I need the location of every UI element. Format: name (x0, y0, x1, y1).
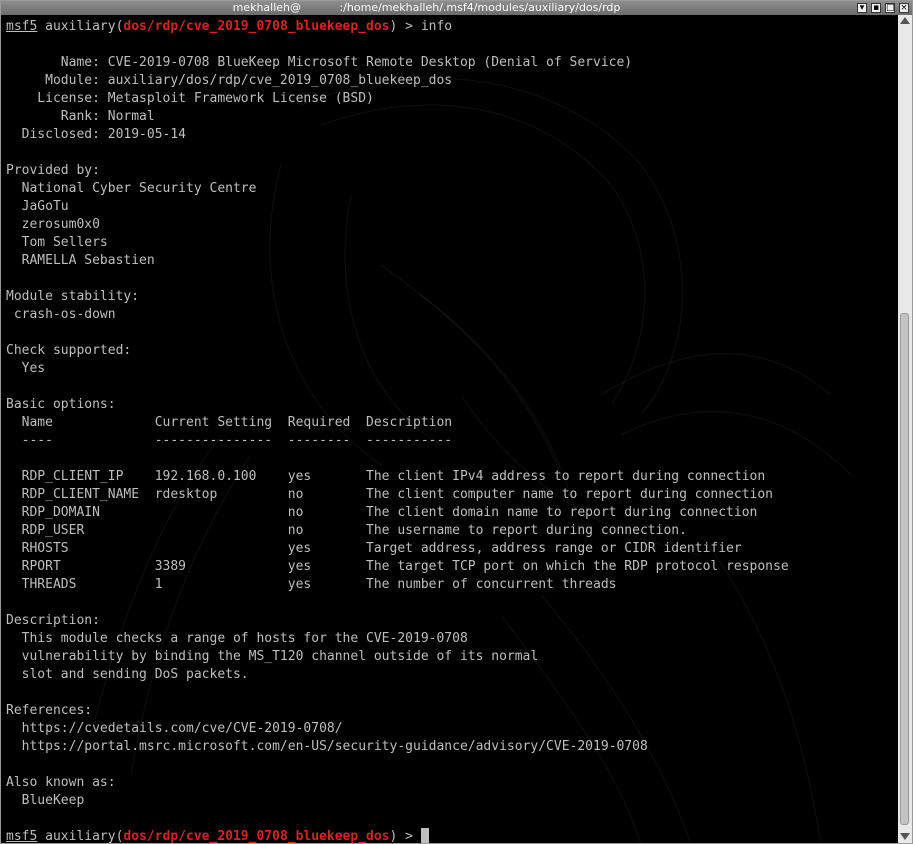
prompt-msf: msf5 (6, 829, 38, 844)
terminal-window: mekhalleh@ :/home/mekhalleh/.msf4/module… (0, 0, 913, 844)
prompt-line[interactable]: msf5 auxiliary(dos/rdp/cve_2019_0708_blu… (6, 828, 789, 844)
options-row: RDP_USER no The username to report durin… (6, 523, 687, 538)
minimize-button[interactable]: ▾ (857, 3, 867, 13)
reference-link: https://portal.msrc.microsoft.com/en-US/… (6, 739, 648, 754)
options-row: RPORT 3389 yes The target TCP port on wh… (6, 559, 789, 574)
terminal-output: msf5 auxiliary(dos/rdp/cve_2019_0708_blu… (6, 18, 789, 844)
prompt-prefix: auxiliary( (37, 19, 124, 34)
reference-link: https://cvedetails.com/cve/CVE-2019-0708… (6, 721, 343, 736)
window-title: mekhalleh@ :/home/mekhalleh/.msf4/module… (232, 1, 621, 14)
provided-by-item: Tom Sellers (6, 235, 108, 250)
prompt-suffix: ) > (389, 19, 421, 34)
options-row: RHOSTS yes Target address, address range… (6, 541, 742, 556)
text-cursor[interactable] (420, 828, 429, 843)
provided-by-item: RAMELLA Sebastien (6, 253, 155, 268)
scroll-thumb[interactable] (900, 313, 909, 825)
provided-by-item: JaGoTu (6, 199, 69, 214)
prompt-msf: msf5 (6, 19, 38, 34)
maximize-button[interactable]: □ (885, 3, 895, 13)
options-row: RDP_CLIENT_NAME rdesktop no The client c… (6, 487, 774, 502)
options-row: THREADS 1 yes The number of concurrent t… (6, 577, 617, 592)
options-columns: Name Current Setting Required Descriptio… (6, 415, 453, 430)
description-line: slot and sending DoS packets. (6, 667, 249, 682)
options-row: RDP_DOMAIN no The client domain name to … (6, 505, 758, 520)
scroll-up-arrow-icon[interactable] (900, 17, 910, 24)
description-line: vulnerability by binding the MS_T120 cha… (6, 649, 539, 664)
info-license: License: Metasploit Framework License (B… (6, 91, 374, 106)
prompt-command: info (420, 19, 453, 34)
prompt-suffix: ) > (389, 829, 421, 844)
scrollbar[interactable] (898, 15, 912, 843)
check-item: Yes (6, 361, 46, 376)
references-header: References: (6, 703, 93, 718)
sticky-button[interactable]: ▪ (871, 3, 881, 13)
description-header: Description: (6, 613, 100, 628)
info-module: Module: auxiliary/dos/rdp/cve_2019_0708_… (6, 73, 453, 88)
provided-by-item: National Cyber Security Centre (6, 181, 257, 196)
provided-by-header: Provided by: (6, 163, 100, 178)
prompt-line: msf5 auxiliary(dos/rdp/cve_2019_0708_blu… (6, 18, 789, 36)
info-name: Name: CVE-2019-0708 BlueKeep Microsoft R… (6, 55, 633, 70)
aka-item: BlueKeep (6, 793, 85, 808)
prompt-module: dos/rdp/cve_2019_0708_bluekeep_dos (123, 829, 390, 844)
aka-header: Also known as: (6, 775, 116, 790)
options-rule: ---- --------------- -------- ----------… (6, 433, 453, 448)
check-header: Check supported: (6, 343, 132, 358)
info-rank: Rank: Normal (6, 109, 155, 124)
prompt-module: dos/rdp/cve_2019_0708_bluekeep_dos (123, 19, 390, 34)
provided-by-item: zerosum0x0 (6, 217, 100, 232)
description-line: This module checks a range of hosts for … (6, 631, 468, 646)
terminal-area[interactable]: msf5 auxiliary(dos/rdp/cve_2019_0708_blu… (1, 15, 898, 844)
scroll-down-arrow-icon[interactable] (900, 833, 910, 840)
stability-item: crash-os-down (6, 307, 116, 322)
close-button[interactable]: × (899, 3, 909, 13)
options-header: Basic options: (6, 397, 116, 412)
info-disclosed: Disclosed: 2019-05-14 (6, 127, 187, 142)
prompt-prefix: auxiliary( (37, 829, 124, 844)
options-row: RDP_CLIENT_IP 192.168.0.100 yes The clie… (6, 469, 766, 484)
title-bar[interactable]: mekhalleh@ :/home/mekhalleh/.msf4/module… (1, 1, 912, 15)
stability-header: Module stability: (6, 289, 140, 304)
